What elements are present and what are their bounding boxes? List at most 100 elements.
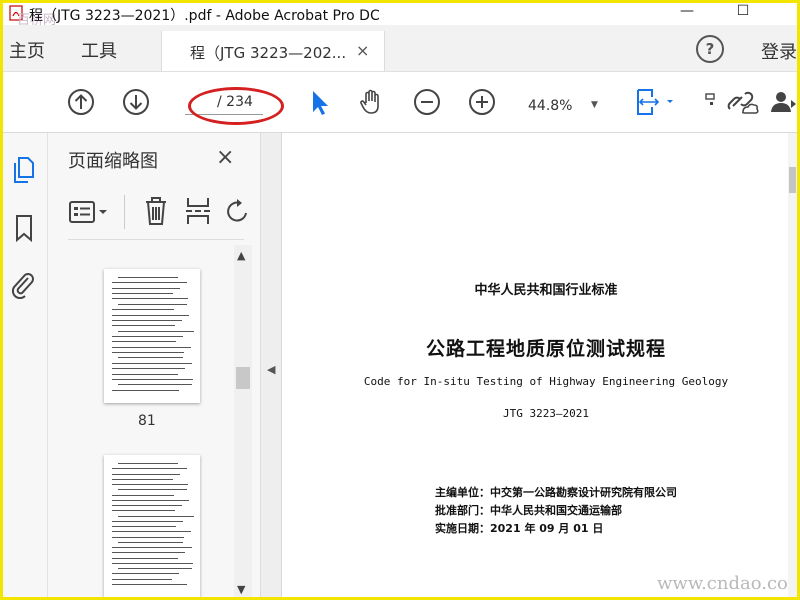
info-row: 实施日期：2021 年 09 月 01 日 bbox=[435, 520, 603, 536]
hand-tool-icon[interactable] bbox=[357, 88, 385, 116]
maximize-button[interactable]: ☐ bbox=[723, 3, 763, 25]
thumbnail-text-line bbox=[118, 277, 178, 278]
info-label: 批准部门： bbox=[435, 504, 490, 517]
user-icon[interactable] bbox=[767, 88, 797, 116]
thumbnail-text-line bbox=[112, 536, 184, 538]
thumbnail-text-line bbox=[118, 303, 187, 305]
thumbnail-text-line bbox=[112, 494, 174, 496]
info-value: 中华人民共和国交通运输部 bbox=[490, 504, 622, 517]
standard-type: 中华人民共和国行业标准 bbox=[474, 283, 618, 298]
document-tab-label: 程（JTG 3223—202... bbox=[190, 44, 347, 62]
panel-toolbar bbox=[48, 189, 260, 239]
info-row: 主编单位：中交第一公路勘察设计研究院有限公司 bbox=[435, 484, 677, 500]
menu-home[interactable]: 主页 bbox=[9, 37, 45, 63]
panel-divider bbox=[68, 239, 244, 240]
thumbnail-text-line bbox=[112, 526, 176, 527]
thumbnail-text-line bbox=[112, 505, 182, 506]
toolbar-divider bbox=[124, 195, 125, 229]
select-arrow-icon[interactable] bbox=[305, 88, 333, 116]
thumbnail-text-line bbox=[112, 562, 193, 564]
thumbnail-text-line bbox=[118, 357, 183, 359]
thumbnail-text-line bbox=[112, 531, 191, 533]
zoom-in-icon[interactable] bbox=[468, 88, 496, 116]
zoom-dropdown-arrow[interactable]: ▼ bbox=[591, 100, 598, 110]
document-view: 中华人民共和国行业标准 公路工程地质原位测试规程 Code for In-sit… bbox=[282, 133, 797, 597]
fit-page-icon[interactable] bbox=[635, 88, 675, 116]
thumbnail-text-line bbox=[112, 314, 189, 316]
more-tools-icon[interactable] bbox=[705, 88, 715, 116]
thumbnail-text-line bbox=[112, 484, 188, 485]
window-title: 程（JTG 3223—2021）.pdf - Adobe Acrobat Pro… bbox=[29, 8, 380, 24]
attachment-icon[interactable] bbox=[9, 269, 37, 299]
help-button[interactable]: ? bbox=[696, 35, 724, 63]
menu-tools[interactable]: 工具 bbox=[81, 37, 117, 63]
next-page-icon[interactable] bbox=[122, 88, 150, 116]
thumbnail-text-line bbox=[118, 541, 183, 543]
insert-icon[interactable] bbox=[184, 195, 212, 227]
scrollbar-thumb[interactable] bbox=[236, 367, 250, 389]
title-bar: 百桥网 程（JTG 3223—2021）.pdf - Adobe Acrobat… bbox=[3, 3, 797, 28]
page-thumbnail[interactable] bbox=[104, 269, 200, 403]
zoom-out-icon[interactable] bbox=[413, 88, 441, 116]
info-label: 实施日期： bbox=[435, 522, 490, 535]
standard-code: JTG 3223—2021 bbox=[502, 407, 590, 420]
options-icon[interactable] bbox=[68, 199, 110, 227]
highlight-annotation bbox=[188, 87, 284, 125]
thumbnail-text-line bbox=[112, 499, 189, 501]
panel-collapse-handle[interactable]: ◀ bbox=[261, 133, 282, 597]
thumbnail-text-line bbox=[112, 309, 174, 311]
thumbnail-scrollbar[interactable]: ▲ ▼ bbox=[234, 245, 252, 597]
thumbnail-text-line bbox=[112, 378, 193, 380]
document-tab[interactable]: 程（JTG 3223—202... × bbox=[161, 31, 385, 71]
info-value: 2021 年 09 月 01 日 bbox=[490, 522, 604, 535]
scroll-up-icon[interactable]: ▲ bbox=[237, 249, 245, 262]
thumbnail-text-line bbox=[112, 341, 176, 343]
page-thumbnail[interactable] bbox=[104, 455, 200, 597]
site-watermark: www.cndao.com bbox=[657, 573, 797, 594]
collapse-arrow-icon[interactable]: ◀ bbox=[267, 363, 275, 376]
thumbnail-text-line bbox=[118, 384, 192, 386]
document-main-title: 公路工程地质原位测试规程 bbox=[425, 338, 666, 360]
minimize-button[interactable]: — bbox=[667, 3, 707, 25]
thumbnail-page-number: 81 bbox=[138, 413, 156, 429]
thumbnail-text-line bbox=[112, 473, 180, 475]
info-label: 主编单位： bbox=[435, 486, 490, 499]
thumbnail-text-line bbox=[118, 489, 187, 491]
share-link-icon[interactable] bbox=[725, 88, 759, 116]
zoom-level-select[interactable]: 44.8% bbox=[528, 98, 572, 114]
panel-close-button[interactable]: × bbox=[216, 145, 234, 170]
thumbnail-text-line bbox=[112, 510, 175, 512]
bookmark-icon[interactable] bbox=[12, 213, 36, 243]
thumbnail-text-line bbox=[112, 319, 182, 321]
scroll-down-icon[interactable]: ▼ bbox=[237, 583, 245, 596]
panel-title: 页面缩略图 bbox=[68, 151, 158, 172]
thumbnail-text-line bbox=[112, 547, 192, 548]
login-button[interactable]: 登录 bbox=[761, 38, 797, 64]
info-value: 中交第一公路勘察设计研究院有限公司 bbox=[490, 486, 677, 499]
thumbnail-text-line bbox=[112, 325, 175, 327]
thumbnail-text-line bbox=[112, 468, 187, 470]
info-row: 批准部门：中华人民共和国交通运输部 bbox=[435, 502, 622, 518]
document-english-title: Code for In-situ Testing of Highway Engi… bbox=[363, 375, 729, 388]
thumbnail-text-line bbox=[112, 298, 188, 300]
thumbnail-text-line bbox=[112, 352, 184, 354]
thumbnail-text-line bbox=[112, 293, 173, 295]
document-scrollbar-thumb[interactable] bbox=[789, 167, 796, 193]
thumbnail-text-line bbox=[112, 368, 185, 370]
pages-icon[interactable] bbox=[10, 155, 38, 185]
thumbnail-text-line bbox=[112, 287, 180, 289]
prev-page-icon[interactable] bbox=[67, 88, 95, 116]
app-window: 百桥网 程（JTG 3223—2021）.pdf - Adobe Acrobat… bbox=[3, 3, 797, 597]
page-thumbnails-panel: 页面缩略图 × 81 ▲ ▼ bbox=[48, 133, 261, 597]
document-tab-close-button[interactable]: × bbox=[356, 41, 369, 60]
delete-icon[interactable] bbox=[142, 195, 170, 227]
thumbnail-text-line bbox=[112, 362, 192, 364]
thumbnail-text-line bbox=[112, 557, 178, 559]
thumbnail-text-line bbox=[112, 389, 179, 391]
rotate-icon[interactable] bbox=[224, 197, 250, 225]
thumbnail-text-line bbox=[112, 583, 187, 585]
thumbnail-text-line bbox=[118, 568, 192, 569]
thumbnail-text-line bbox=[118, 515, 194, 517]
thumbnail-text-line bbox=[112, 552, 185, 554]
document-scrollbar[interactable] bbox=[788, 133, 797, 597]
